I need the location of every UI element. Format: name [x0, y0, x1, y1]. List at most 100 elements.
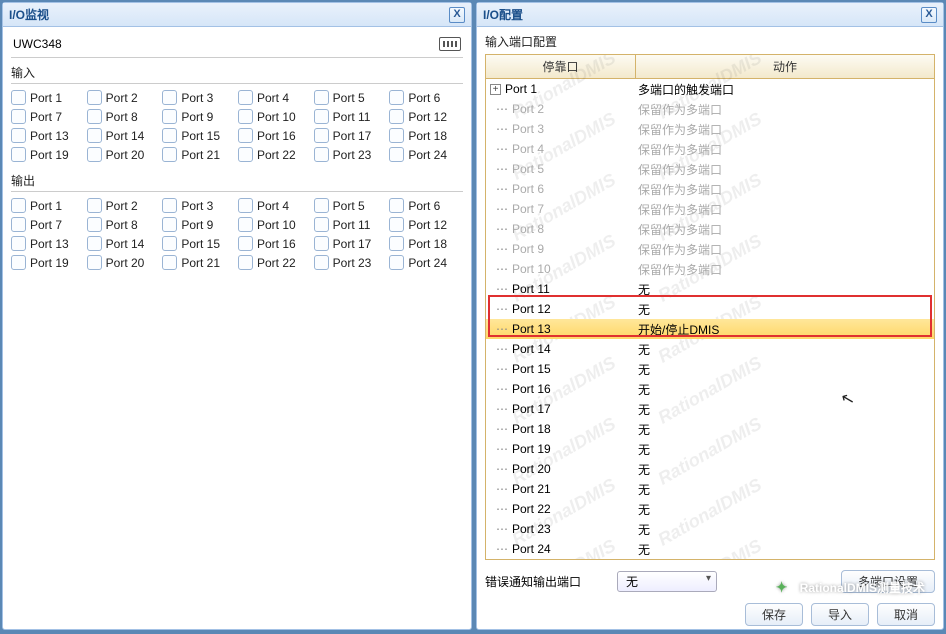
table-row[interactable]: ⋯Port 12无	[486, 299, 934, 319]
table-row[interactable]: ⋯Port 18无	[486, 419, 934, 439]
output-port-checkbox[interactable]	[314, 236, 329, 251]
input-port-checkbox[interactable]	[87, 109, 102, 124]
table-row[interactable]: ⋯Port 22无	[486, 499, 934, 519]
table-row[interactable]: ⋯Port 9保留作为多端口	[486, 239, 934, 259]
input-port-item: Port 5	[314, 90, 388, 105]
input-port-checkbox[interactable]	[238, 109, 253, 124]
output-port-checkbox[interactable]	[87, 217, 102, 232]
table-row[interactable]: ⋯Port 6保留作为多端口	[486, 179, 934, 199]
output-port-checkbox[interactable]	[389, 198, 404, 213]
table-row[interactable]: ⋯Port 3保留作为多端口	[486, 119, 934, 139]
input-port-checkbox[interactable]	[238, 128, 253, 143]
port-cell: ⋯Port 3	[486, 122, 636, 136]
input-port-checkbox[interactable]	[238, 90, 253, 105]
save-button[interactable]: 保存	[745, 603, 803, 626]
action-cell: 无	[636, 361, 934, 378]
output-port-item: Port 14	[87, 236, 161, 251]
table-row[interactable]: ⋯Port 2保留作为多端口	[486, 99, 934, 119]
table-row[interactable]: ⋯Port 4保留作为多端口	[486, 139, 934, 159]
input-port-checkbox[interactable]	[314, 109, 329, 124]
input-port-checkbox[interactable]	[314, 128, 329, 143]
action-cell: 无	[636, 541, 934, 558]
table-row[interactable]: +Port 1多端口的触发端口	[486, 79, 934, 99]
table-row[interactable]: ⋯Port 5保留作为多端口	[486, 159, 934, 179]
table-row[interactable]: ⋯Port 8保留作为多端口	[486, 219, 934, 239]
input-port-checkbox[interactable]	[87, 128, 102, 143]
output-port-checkbox[interactable]	[389, 255, 404, 270]
action-cell: 开始/停止DMIS	[636, 321, 934, 338]
table-row[interactable]: ⋯Port 17无	[486, 399, 934, 419]
output-port-checkbox[interactable]	[11, 198, 26, 213]
output-port-checkbox[interactable]	[238, 217, 253, 232]
input-port-checkbox[interactable]	[238, 147, 253, 162]
output-port-checkbox[interactable]	[314, 255, 329, 270]
output-port-checkbox[interactable]	[314, 217, 329, 232]
output-port-checkbox[interactable]	[162, 255, 177, 270]
table-body[interactable]: +Port 1多端口的触发端口⋯Port 2保留作为多端口⋯Port 3保留作为…	[486, 79, 934, 560]
table-row[interactable]: ⋯Port 24无	[486, 539, 934, 559]
output-port-checkbox[interactable]	[11, 255, 26, 270]
cancel-button[interactable]: 取消	[877, 603, 935, 626]
output-port-checkbox[interactable]	[87, 198, 102, 213]
output-port-checkbox[interactable]	[162, 236, 177, 251]
table-row[interactable]: ⋯Port 14无	[486, 339, 934, 359]
output-port-checkbox[interactable]	[389, 236, 404, 251]
table-row[interactable]: ⋯Port 13开始/停止DMIS	[486, 319, 934, 339]
close-icon[interactable]: X	[921, 7, 937, 23]
table-row[interactable]: ⋯Port 19无	[486, 439, 934, 459]
input-port-item: Port 20	[87, 147, 161, 162]
port-name: Port 16	[512, 382, 551, 396]
port-label: Port 15	[181, 237, 220, 251]
input-port-checkbox[interactable]	[389, 90, 404, 105]
import-button[interactable]: 导入	[811, 603, 869, 626]
output-port-checkbox[interactable]	[238, 198, 253, 213]
table-row[interactable]: ⋯Port 7保留作为多端口	[486, 199, 934, 219]
input-port-checkbox[interactable]	[389, 109, 404, 124]
tree-branch-icon: ⋯	[496, 322, 508, 336]
port-label: Port 7	[30, 218, 62, 232]
panel-title: I/O配置	[483, 6, 523, 23]
input-port-checkbox[interactable]	[11, 90, 26, 105]
output-port-item: Port 9	[162, 217, 236, 232]
output-port-checkbox[interactable]	[87, 255, 102, 270]
output-port-checkbox[interactable]	[238, 255, 253, 270]
table-row[interactable]: ⋯Port 20无	[486, 459, 934, 479]
input-port-checkbox[interactable]	[162, 109, 177, 124]
input-port-checkbox[interactable]	[389, 128, 404, 143]
table-row[interactable]: ⋯Port 21无	[486, 479, 934, 499]
table-row[interactable]: ⋯Port 16无	[486, 379, 934, 399]
input-port-checkbox[interactable]	[11, 109, 26, 124]
input-port-item: Port 12	[389, 109, 463, 124]
port-label: Port 16	[257, 129, 296, 143]
footer-text: RationalDMIS测量技术	[800, 579, 925, 596]
output-port-checkbox[interactable]	[162, 198, 177, 213]
table-row[interactable]: ⋯Port 10保留作为多端口	[486, 259, 934, 279]
input-port-checkbox[interactable]	[162, 147, 177, 162]
expand-icon[interactable]: +	[490, 84, 501, 95]
input-port-checkbox[interactable]	[11, 128, 26, 143]
table-row[interactable]: ⋯Port 11无	[486, 279, 934, 299]
output-port-checkbox[interactable]	[314, 198, 329, 213]
output-port-item: Port 10	[238, 217, 312, 232]
input-port-checkbox[interactable]	[11, 147, 26, 162]
table-row[interactable]: ⋯Port 23无	[486, 519, 934, 539]
input-port-checkbox[interactable]	[87, 90, 102, 105]
table-row[interactable]: ⋯Port 15无	[486, 359, 934, 379]
tree-branch-icon: ⋯	[496, 302, 508, 316]
error-output-dropdown[interactable]: 无	[617, 571, 717, 592]
output-port-checkbox[interactable]	[238, 236, 253, 251]
output-port-checkbox[interactable]	[11, 236, 26, 251]
input-port-checkbox[interactable]	[314, 90, 329, 105]
input-port-checkbox[interactable]	[389, 147, 404, 162]
output-port-checkbox[interactable]	[87, 236, 102, 251]
output-port-checkbox[interactable]	[389, 217, 404, 232]
input-port-checkbox[interactable]	[87, 147, 102, 162]
close-icon[interactable]: X	[449, 7, 465, 23]
output-port-checkbox[interactable]	[11, 217, 26, 232]
output-port-checkbox[interactable]	[162, 217, 177, 232]
input-port-checkbox[interactable]	[162, 128, 177, 143]
input-port-checkbox[interactable]	[162, 90, 177, 105]
port-cell: ⋯Port 8	[486, 222, 636, 236]
footer-badge: ✦ RationalDMIS测量技术	[770, 575, 925, 599]
input-port-checkbox[interactable]	[314, 147, 329, 162]
